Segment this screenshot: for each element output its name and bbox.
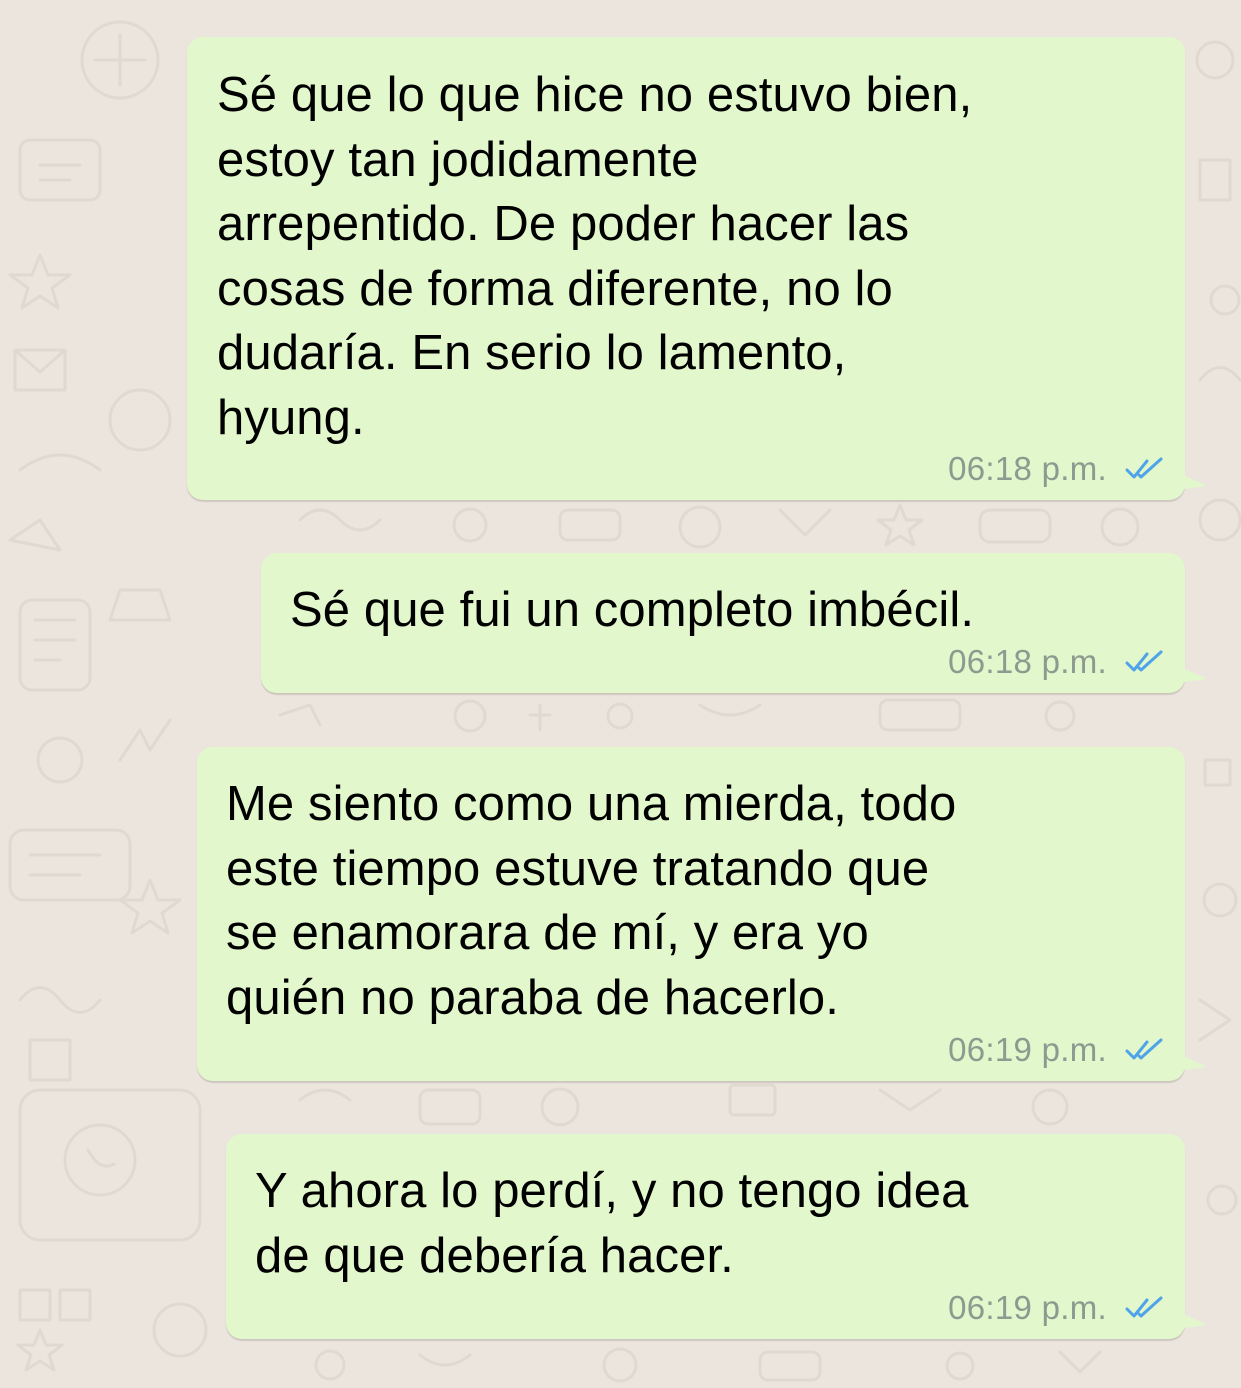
bubble-tail (1177, 1311, 1207, 1329)
bubble-tail (1177, 1053, 1207, 1071)
message-bubble-outgoing[interactable]: Y ahora lo perdí, y no tengo idea de que… (226, 1134, 1207, 1339)
message-bubble-outgoing[interactable]: Sé que lo que hice no estuvo bien, estoy… (187, 37, 1207, 500)
message-timestamp: 06:19 p.m. (948, 1031, 1107, 1068)
double-check-read-icon (1125, 457, 1163, 479)
message-bubble-outgoing[interactable]: Sé que fui un completo imbécil. 06:18 p.… (261, 553, 1207, 693)
message-text: Sé que lo que hice no estuvo bien, estoy… (217, 68, 973, 445)
double-check-read-icon (1125, 1038, 1163, 1060)
message-timestamp: 06:18 p.m. (948, 450, 1107, 487)
double-check-read-icon (1125, 1296, 1163, 1318)
message-timestamp: 06:18 p.m. (948, 643, 1107, 680)
message-text: Y ahora lo perdí, y no tengo idea de que… (255, 1164, 969, 1283)
chat-message-list[interactable]: Sé que lo que hice no estuvo bien, estoy… (0, 0, 1241, 1388)
message-meta: 06:18 p.m. (948, 450, 1167, 488)
bubble-tail (1177, 472, 1207, 490)
message-text: Me siento como una mierda, todo este tie… (226, 777, 957, 1025)
message-bubble-outgoing[interactable]: Me siento como una mierda, todo este tie… (197, 747, 1207, 1081)
message-text: Sé que fui un completo imbécil. (290, 583, 975, 637)
double-check-read-icon (1125, 650, 1163, 672)
message-timestamp: 06:19 p.m. (948, 1289, 1107, 1326)
message-meta: 06:18 p.m. (948, 643, 1167, 681)
message-meta: 06:19 p.m. (948, 1289, 1167, 1327)
message-meta: 06:19 p.m. (948, 1031, 1167, 1069)
bubble-tail (1177, 665, 1207, 683)
